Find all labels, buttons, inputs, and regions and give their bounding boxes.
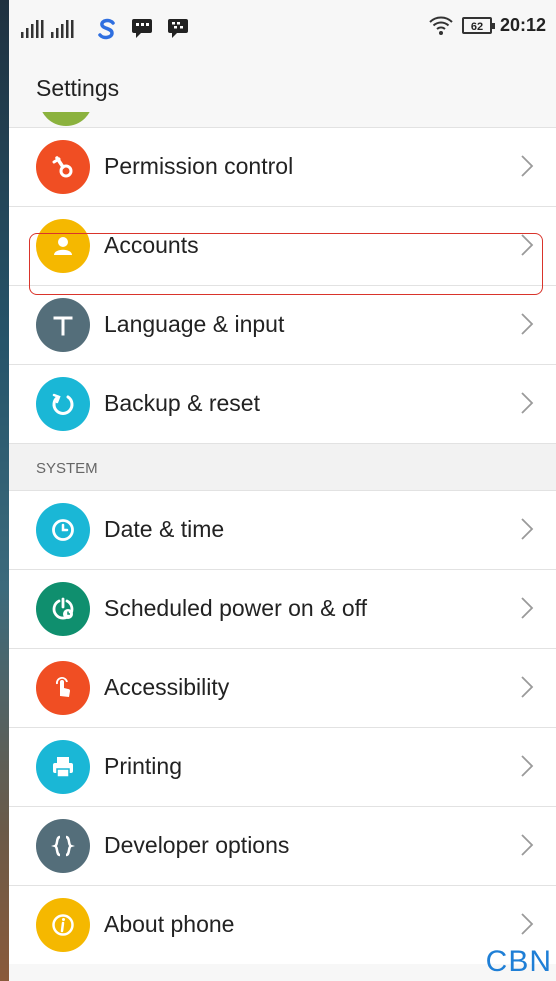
printer-icon <box>36 740 90 794</box>
settings-item-permission-control[interactable]: Permission control <box>9 127 556 206</box>
chevron-right-icon <box>521 234 534 256</box>
phone-screen: 62 20:12 Settings Permission control Acc… <box>9 0 556 981</box>
section-header-system: SYSTEM <box>9 443 556 490</box>
restore-icon <box>36 377 90 431</box>
chevron-right-icon <box>521 392 534 414</box>
settings-item-label: Permission control <box>104 153 294 179</box>
chevron-right-icon <box>521 834 534 856</box>
settings-item-label: Developer options <box>104 832 290 858</box>
clock-icon <box>36 503 90 557</box>
t-icon <box>36 298 90 352</box>
watermark: CBN <box>485 945 552 978</box>
settings-item-label: Backup & reset <box>104 390 260 416</box>
settings-item-label: Language & input <box>104 311 285 337</box>
chevron-right-icon <box>521 913 534 935</box>
info-icon <box>36 898 90 952</box>
settings-item-label: Scheduled power on & off <box>104 595 367 621</box>
chevron-right-icon <box>521 755 534 777</box>
s-app-icon <box>98 18 115 40</box>
page-title: Settings <box>36 75 120 101</box>
settings-item-label: Printing <box>104 753 182 779</box>
settings-item-backup-reset[interactable]: Backup & reset <box>9 364 556 443</box>
chevron-right-icon <box>521 313 534 335</box>
settings-item-about-phone[interactable]: About phone <box>9 885 556 964</box>
power-clock-icon <box>36 582 90 636</box>
background-edge <box>0 0 9 981</box>
settings-item-scheduled-power[interactable]: Scheduled power on & off <box>9 569 556 648</box>
settings-item-label: Accessibility <box>104 674 230 700</box>
braces-icon <box>36 819 90 873</box>
section-label: SYSTEM <box>36 460 98 477</box>
chevron-right-icon <box>521 155 534 177</box>
chevron-right-icon <box>521 676 534 698</box>
message-icon <box>168 19 188 38</box>
clock-time: 20:12 <box>499 14 546 35</box>
settings-item-label: About phone <box>104 911 235 937</box>
chat-icon <box>132 19 152 38</box>
settings-item-language-input[interactable]: Language & input <box>9 285 556 364</box>
chevron-right-icon <box>521 597 534 619</box>
user-icon <box>36 219 90 273</box>
status-bar: 62 20:12 <box>9 0 556 56</box>
signal-icon <box>21 20 74 38</box>
settings-item-printing[interactable]: Printing <box>9 727 556 806</box>
partial-item-icon <box>39 112 93 128</box>
settings-item-accessibility[interactable]: Accessibility <box>9 648 556 727</box>
wrench-icon <box>36 140 90 194</box>
battery-icon: 62 <box>461 16 495 34</box>
hand-icon <box>36 661 90 715</box>
status-right: 62 20:12 <box>428 14 546 36</box>
wifi-icon <box>429 16 453 35</box>
chevron-right-icon <box>521 518 534 540</box>
settings-item-label: Date & time <box>104 516 225 542</box>
settings-item-developer-options[interactable]: Developer options <box>9 806 556 885</box>
settings-list: Permission control Accounts Language & i… <box>9 127 556 964</box>
settings-item-label: Accounts <box>104 232 199 258</box>
settings-item-date-time[interactable]: Date & time <box>9 490 556 569</box>
settings-item-accounts[interactable]: Accounts <box>9 206 556 285</box>
